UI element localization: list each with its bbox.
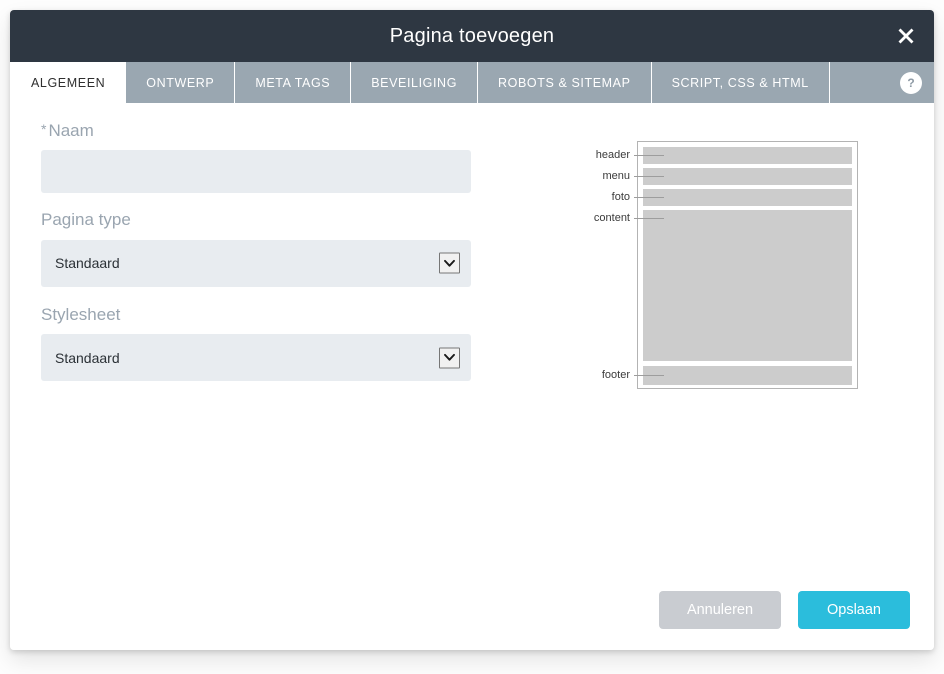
tab-label: ROBOTS & SITEMAP <box>498 75 631 90</box>
close-icon <box>898 28 914 44</box>
page-layout-preview: header menu foto content footer <box>578 141 868 399</box>
naam-label: * Naam <box>41 121 471 141</box>
tab-robots-sitemap[interactable]: ROBOTS & SITEMAP <box>478 62 652 103</box>
stylesheet-label: Stylesheet <box>41 304 121 324</box>
tab-label: ONTWERP <box>146 75 215 90</box>
chevron-down-glyph <box>444 259 455 267</box>
stylesheet-value: Standaard <box>55 349 120 366</box>
save-button[interactable]: Opslaan <box>798 591 910 629</box>
preview-leader-foto <box>634 197 664 198</box>
pagina-type-value: Standaard <box>55 255 120 272</box>
form-column: * Naam Pagina type Standaard Stylesheet … <box>41 121 471 385</box>
naam-label-text: Naam <box>48 121 94 140</box>
dialog-actions: Annuleren Opslaan <box>659 591 910 629</box>
close-button[interactable] <box>878 10 934 62</box>
pagina-type-select[interactable]: Standaard <box>41 239 471 287</box>
preview-leader-menu <box>634 176 664 177</box>
tab-label: BEVEILIGING <box>371 75 458 90</box>
field-naam: * Naam <box>41 121 471 194</box>
dialog-title: Pagina toevoegen <box>389 25 555 47</box>
chevron-down-icon[interactable] <box>439 347 460 369</box>
tabbar-filler: ? <box>830 62 934 103</box>
preview-label-footer: footer <box>601 369 630 381</box>
chevron-down-icon[interactable] <box>439 252 460 274</box>
chevron-down-glyph <box>444 354 455 361</box>
field-pagina-type: Pagina type Standaard <box>41 210 471 287</box>
help-icon[interactable]: ? <box>900 71 922 94</box>
tab-label: META TAGS <box>255 75 331 90</box>
pagina-type-label: Pagina type <box>41 210 131 230</box>
field-stylesheet: Stylesheet Standaard <box>41 304 471 382</box>
tab-meta-tags[interactable]: META TAGS <box>235 62 352 103</box>
preview-label-header: header <box>595 149 630 161</box>
tab-label: ALGEMEEN <box>31 75 106 90</box>
tab-ontwerp[interactable]: ONTWERP <box>126 62 236 103</box>
preview-label-menu: menu <box>602 170 630 182</box>
naam-input[interactable] <box>41 150 471 194</box>
preview-label-foto: foto <box>611 191 630 203</box>
preview-leader-footer <box>634 375 664 376</box>
cancel-button[interactable]: Annuleren <box>659 591 781 629</box>
dialog-body: * Naam Pagina type Standaard Stylesheet … <box>10 103 934 650</box>
tab-algemeen[interactable]: ALGEMEEN <box>10 62 127 103</box>
tabbar: ALGEMEEN ONTWERP META TAGS BEVEILIGING R… <box>10 62 934 103</box>
add-page-dialog: Pagina toevoegen ALGEMEEN ONTWERP META T… <box>10 10 934 650</box>
preview-labels: header menu foto content footer <box>578 141 868 399</box>
tab-beveiliging[interactable]: BEVEILIGING <box>351 62 479 103</box>
tab-script-css-html[interactable]: SCRIPT, CSS & HTML <box>652 62 830 103</box>
preview-leader-content <box>634 218 664 219</box>
tab-label: SCRIPT, CSS & HTML <box>671 75 809 90</box>
required-marker: * <box>41 121 47 137</box>
stylesheet-select[interactable]: Standaard <box>41 334 471 382</box>
preview-leader-header <box>634 155 664 156</box>
dialog-titlebar: Pagina toevoegen <box>10 10 934 62</box>
preview-label-content: content <box>593 212 630 224</box>
screen: Pagina toevoegen ALGEMEEN ONTWERP META T… <box>0 0 944 674</box>
